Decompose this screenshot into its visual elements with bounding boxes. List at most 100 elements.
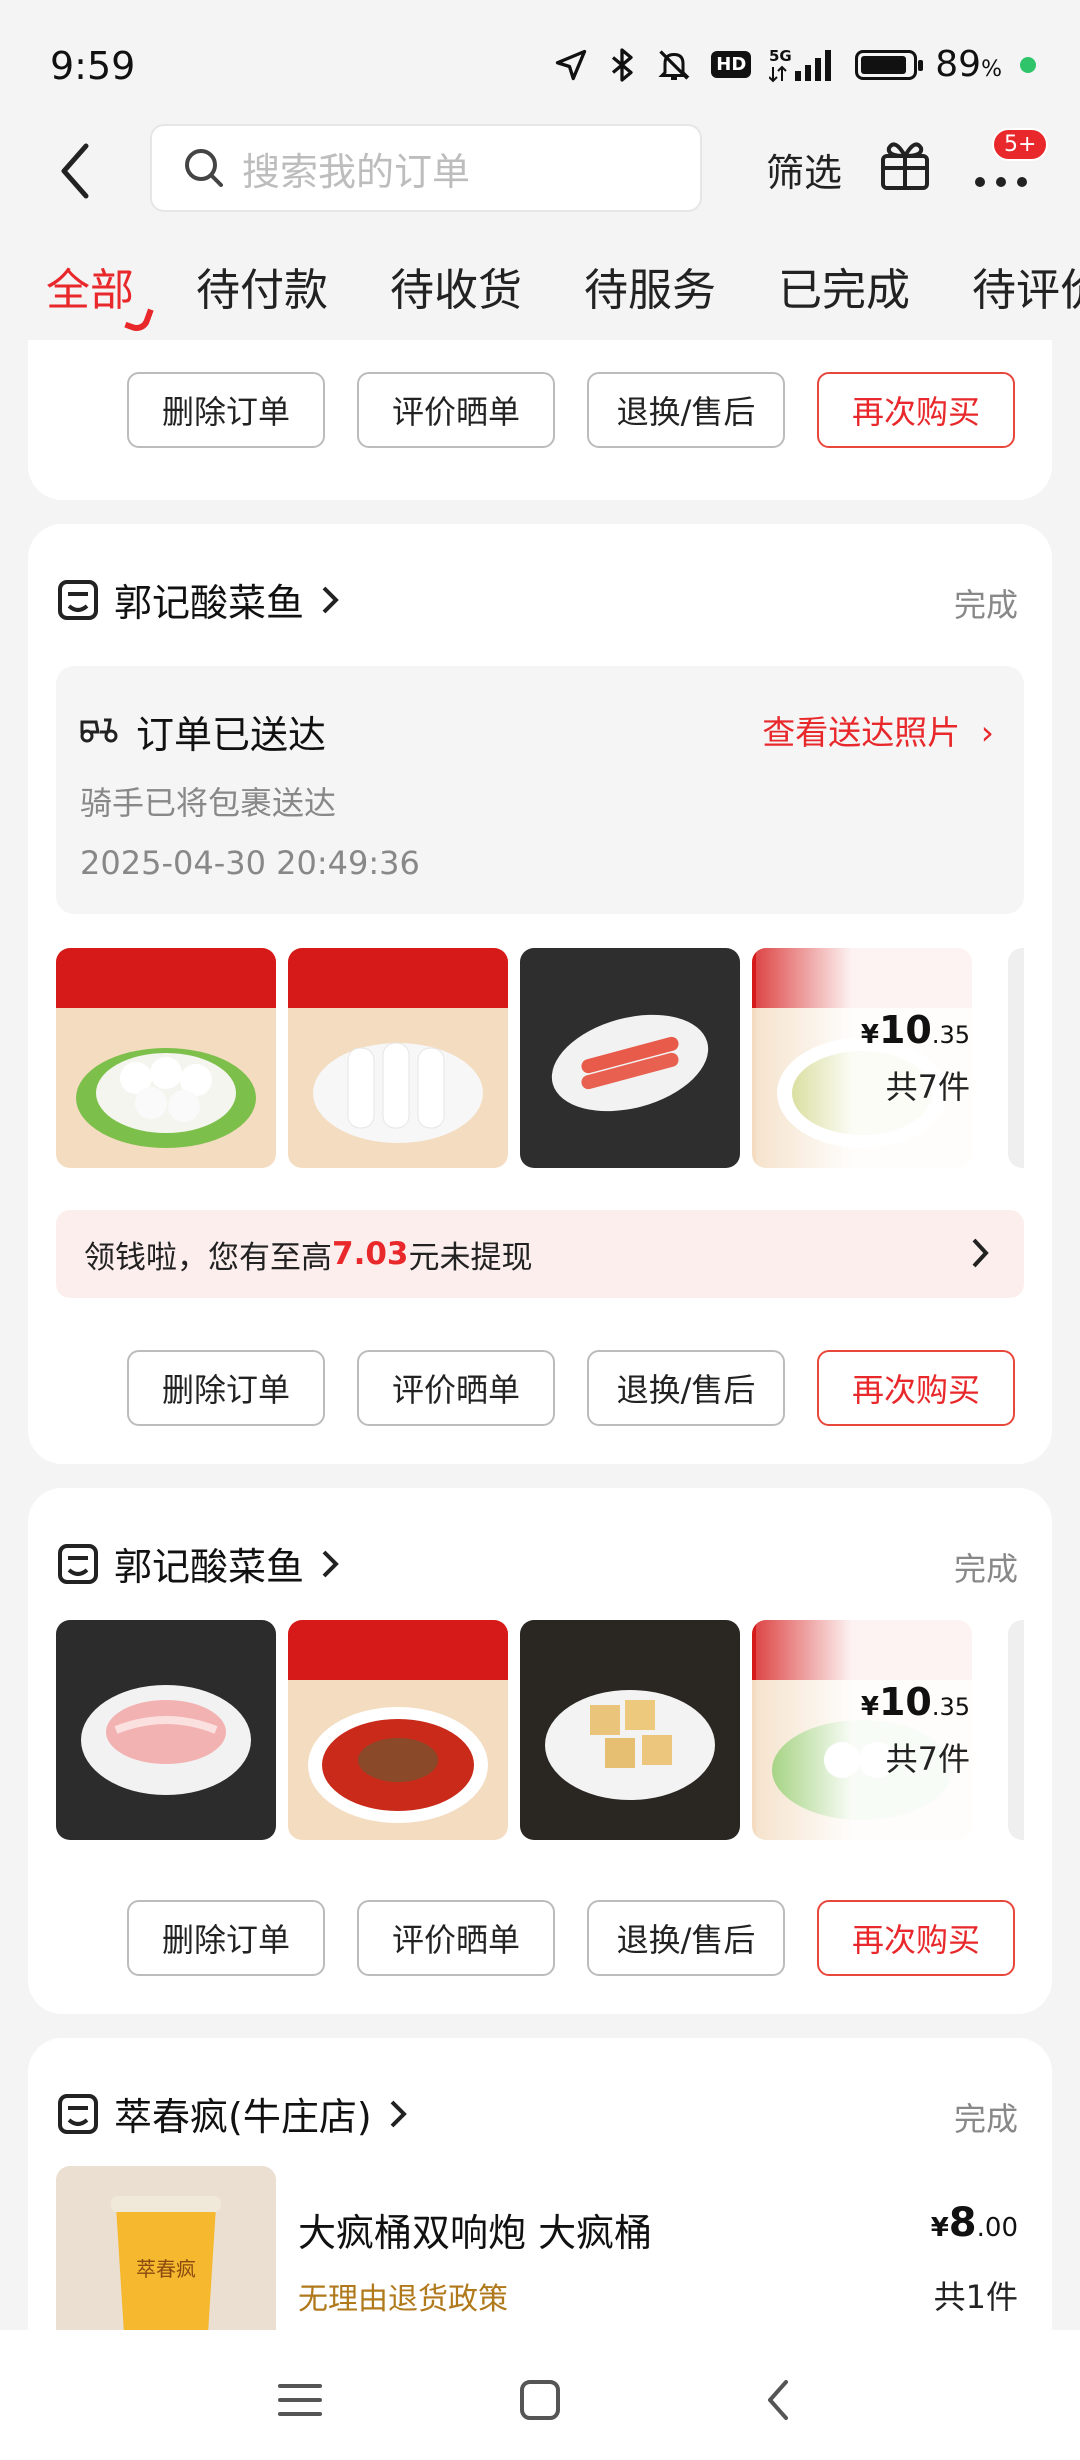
- thumbnail-more-edge: [1008, 948, 1024, 1168]
- promo-prefix: 领钱啦，您有至高: [84, 1239, 332, 1276]
- signal-icon: 5G: [769, 47, 832, 82]
- battery-percent-value: 89: [935, 44, 982, 85]
- tab-all[interactable]: 全部: [46, 240, 134, 340]
- product-image-fishballs[interactable]: [56, 948, 276, 1168]
- shop-header[interactable]: 郭记酸菜鱼: [56, 1536, 342, 1591]
- return-service-button[interactable]: 退换/售后: [587, 1350, 785, 1426]
- view-delivery-photo-link[interactable]: 查看送达照片 ›: [762, 706, 994, 754]
- delivery-scooter-icon: [80, 718, 118, 743]
- search-placeholder: 搜索我的订单: [242, 149, 471, 194]
- delete-order-button[interactable]: 删除订单: [127, 1350, 325, 1426]
- filter-button[interactable]: 筛选: [766, 142, 842, 197]
- order-actions: 删除订单 评价晒单 退换/售后 再次购买: [127, 372, 1015, 448]
- price-decimal: .35: [931, 1693, 970, 1721]
- order-card[interactable]: 郭记酸菜鱼 完成 订单已送达 查看送达照片 › 骑手已将包裹送达 2025-04…: [28, 524, 1052, 1464]
- product-image-fish-tofu[interactable]: [520, 1620, 740, 1840]
- delivery-info[interactable]: 订单已送达 查看送达照片 › 骑手已将包裹送达 2025-04-30 20:49…: [56, 666, 1024, 914]
- view-delivery-photo-label: 查看送达照片: [762, 713, 961, 752]
- location-icon: [556, 49, 587, 80]
- status-bar: 9:59 HD 5G 89%: [0, 0, 1080, 120]
- delivery-subtitle: 骑手已将包裹送达: [80, 784, 337, 822]
- battery-level: [861, 55, 906, 74]
- privacy-indicator: [1020, 56, 1036, 73]
- order-price: ¥10.35: [861, 1680, 970, 1724]
- currency-symbol: ¥: [860, 1020, 879, 1050]
- product-thumbnails[interactable]: ¥10.35 共7件: [56, 1620, 1024, 1840]
- order-list[interactable]: 删除订单 评价晒单 退换/售后 再次购买 郭记酸菜鱼 完成 订单已送达 查看送达…: [0, 340, 1080, 2330]
- review-order-button[interactable]: 评价晒单: [357, 372, 555, 448]
- back-nav-icon[interactable]: [750, 2370, 810, 2430]
- back-arrow-icon[interactable]: [50, 136, 110, 206]
- tab-pending-receipt[interactable]: 待收货: [390, 240, 522, 340]
- shop-header[interactable]: 郭记酸菜鱼: [56, 572, 342, 627]
- chevron-right-icon: [322, 586, 339, 613]
- order-status: 完成: [953, 586, 1018, 624]
- delete-order-button[interactable]: 删除订单: [127, 372, 325, 448]
- currency-symbol: ¥: [860, 1692, 879, 1722]
- system-nav-bar: [0, 2330, 1080, 2460]
- delivery-time: 2025-04-30 20:49:36: [80, 844, 420, 882]
- item-count: 共7件: [885, 1068, 970, 1106]
- order-tabs: 全部 待付款 待收货 待服务 已完成 待评价: [0, 240, 1080, 340]
- price-decimal: .35: [931, 1021, 970, 1049]
- price-integer: 10: [878, 1680, 932, 1724]
- order-card[interactable]: 郭记酸菜鱼 完成 ¥10.35 共7件 删除订单 评价晒单 退换/售后 再次购买: [28, 1488, 1052, 2014]
- header: 搜索我的订单 筛选 5+: [0, 120, 1080, 230]
- product-image-rolls[interactable]: [288, 948, 508, 1168]
- product-image-spicy-beef[interactable]: [288, 1620, 508, 1840]
- delivery-title: 订单已送达: [136, 713, 327, 757]
- gift-icon[interactable]: [875, 134, 935, 194]
- status-time: 9:59: [50, 44, 136, 88]
- order-status: 完成: [953, 2100, 1018, 2138]
- price-integer: 8: [948, 2200, 977, 2246]
- shop-name: 郭记酸菜鱼: [114, 1545, 305, 1589]
- rebuy-button[interactable]: 再次购买: [817, 1900, 1015, 1976]
- order-price: ¥10.35: [861, 1008, 970, 1052]
- order-actions: 删除订单 评价晒单 退换/售后 再次购买: [127, 1900, 1015, 1976]
- delete-order-button[interactable]: 删除订单: [127, 1900, 325, 1976]
- rebuy-button[interactable]: 再次购买: [817, 372, 1015, 448]
- hd-icon: HD: [711, 51, 752, 78]
- chevron-right-icon: ›: [980, 713, 994, 752]
- product-thumbnails[interactable]: ¥10.35 共7件: [56, 948, 1024, 1168]
- notification-badge: 5+: [992, 128, 1049, 161]
- net-type-label: 5G: [769, 47, 792, 65]
- tab-pending-payment[interactable]: 待付款: [196, 240, 328, 340]
- battery-percent: 89%: [935, 44, 1002, 85]
- product-image-lamb-rolls[interactable]: [56, 1620, 276, 1840]
- order-card[interactable]: 萃春疯(牛庄店) 完成 萃春疯 大疯桶双响炮 大疯桶 无理由退货政策 ¥8.00…: [28, 2038, 1052, 2330]
- order-status: 完成: [953, 1550, 1018, 1588]
- bluetooth-icon: [612, 47, 633, 82]
- tab-completed[interactable]: 已完成: [778, 240, 910, 340]
- product-image-crab-sticks[interactable]: [520, 948, 740, 1168]
- shop-header[interactable]: 萃春疯(牛庄店): [56, 2086, 410, 2141]
- order-actions: 删除订单 评价晒单 退换/售后 再次购买: [127, 1350, 1015, 1426]
- search-icon: [185, 149, 223, 187]
- shop-icon: [58, 2093, 98, 2134]
- thumbnail-more-edge: [1008, 1620, 1024, 1840]
- tab-pending-review[interactable]: 待评价: [972, 240, 1080, 340]
- currency-symbol: ¥: [930, 2213, 949, 2243]
- cash-withdraw-banner[interactable]: 领钱啦，您有至高 7.03 元未提现: [56, 1210, 1024, 1298]
- price-summary: ¥10.35 共7件: [850, 1620, 970, 1840]
- chevron-right-icon: [390, 2100, 407, 2127]
- product-title: 大疯桶双响炮 大疯桶: [298, 2211, 653, 2255]
- tab-pending-service[interactable]: 待服务: [584, 240, 716, 340]
- promo-suffix: 元未提现: [408, 1239, 533, 1276]
- return-service-button[interactable]: 退换/售后: [587, 372, 785, 448]
- menu-icon[interactable]: [270, 2370, 330, 2430]
- review-order-button[interactable]: 评价晒单: [357, 1900, 555, 1976]
- home-icon[interactable]: [510, 2370, 570, 2430]
- order-price: ¥8.00: [931, 2200, 1018, 2246]
- battery-icon: [855, 49, 924, 80]
- drink-cup-brand: 萃春疯: [136, 2257, 196, 2281]
- rebuy-button[interactable]: 再次购买: [817, 1350, 1015, 1426]
- mute-icon: [658, 49, 690, 80]
- product-image-drink[interactable]: 萃春疯: [56, 2166, 276, 2330]
- shop-name: 郭记酸菜鱼: [114, 581, 305, 625]
- chevron-right-icon: [972, 1238, 989, 1268]
- shop-name: 萃春疯(牛庄店): [114, 2095, 372, 2139]
- search-input[interactable]: 搜索我的订单: [150, 124, 702, 212]
- return-service-button[interactable]: 退换/售后: [587, 1900, 785, 1976]
- review-order-button[interactable]: 评价晒单: [357, 1350, 555, 1426]
